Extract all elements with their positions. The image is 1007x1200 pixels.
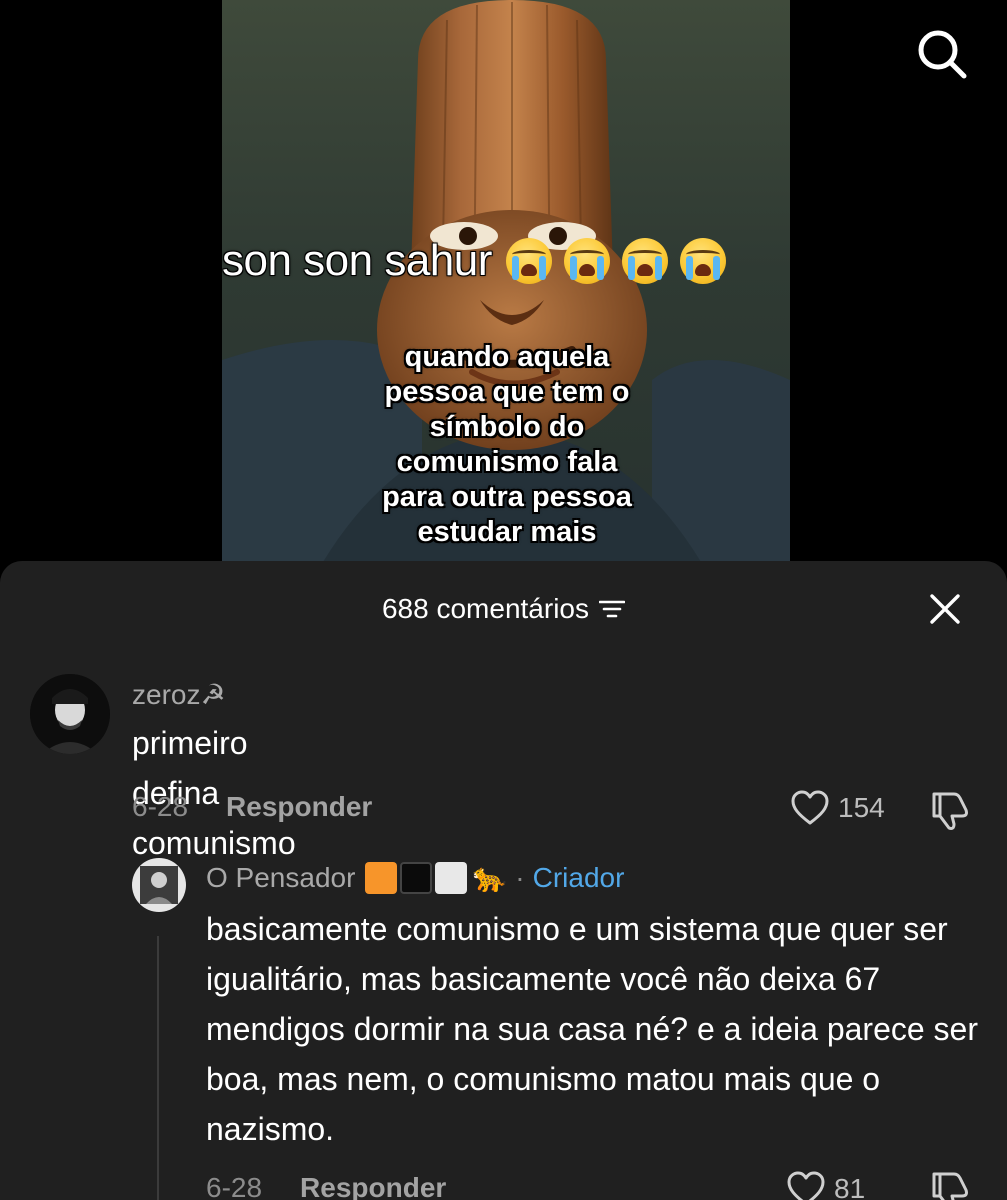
orange-square-icon bbox=[365, 861, 398, 894]
comment-meta: 6-28 Responder bbox=[132, 791, 372, 823]
search-icon[interactable] bbox=[914, 26, 970, 82]
avatar[interactable] bbox=[132, 858, 186, 912]
white-square-icon bbox=[435, 861, 468, 894]
avatar-image bbox=[30, 674, 110, 754]
dislike-icon[interactable] bbox=[928, 1168, 972, 1200]
reply-thread-line bbox=[157, 936, 159, 1200]
reply-date: 6-28 bbox=[206, 1172, 263, 1200]
heart-icon bbox=[787, 1171, 825, 1200]
reply-button[interactable]: Responder bbox=[300, 1172, 446, 1200]
like-count: 81 bbox=[834, 1173, 866, 1200]
reply-username[interactable]: O Pensador bbox=[206, 862, 355, 894]
heart-icon bbox=[791, 790, 829, 825]
crying-emoji-icon bbox=[621, 238, 668, 284]
meme-title-text: son son sahur bbox=[222, 236, 492, 285]
app-root: son son sahur quando aquela pessoa que t… bbox=[0, 0, 1007, 1200]
leopard-icon: 🐆 bbox=[472, 862, 508, 893]
dislike-icon[interactable] bbox=[928, 788, 972, 832]
crying-emoji-icon bbox=[679, 238, 726, 284]
comment-username[interactable]: zeroz☭ bbox=[132, 678, 226, 711]
crying-emoji-icon bbox=[563, 238, 610, 284]
close-icon[interactable] bbox=[928, 592, 962, 626]
like-count: 154 bbox=[838, 792, 885, 823]
comments-header: 688 comentários bbox=[0, 589, 1007, 629]
reply-text: basicamente comunismo e um sistema que q… bbox=[206, 911, 978, 1147]
avatar-image bbox=[132, 858, 186, 912]
reply-meta: 6-28 Responder bbox=[206, 1172, 446, 1200]
like-button[interactable]: 154 bbox=[790, 789, 885, 827]
black-square-icon bbox=[400, 861, 433, 894]
comment-count: 688 comentários bbox=[381, 593, 589, 624]
crying-emoji-icon bbox=[505, 238, 552, 284]
creator-badge: Criador bbox=[532, 861, 625, 893]
video-player[interactable]: son son sahur quando aquela pessoa que t… bbox=[222, 0, 790, 600]
creator-separator: · bbox=[515, 861, 525, 893]
meme-emoji-row bbox=[505, 238, 726, 284]
meme-title: son son sahur bbox=[222, 236, 726, 286]
avatar[interactable] bbox=[30, 674, 110, 754]
reply-button[interactable]: Responder bbox=[226, 791, 372, 823]
comment-date: 6-28 bbox=[132, 791, 189, 822]
sort-lines-icon[interactable] bbox=[599, 598, 625, 620]
like-button[interactable]: 81 bbox=[786, 1170, 865, 1200]
reply-header: O Pensador 🐆 · Criador bbox=[206, 861, 624, 894]
meme-caption: quando aquela pessoa que tem o símbolo d… bbox=[382, 341, 632, 548]
